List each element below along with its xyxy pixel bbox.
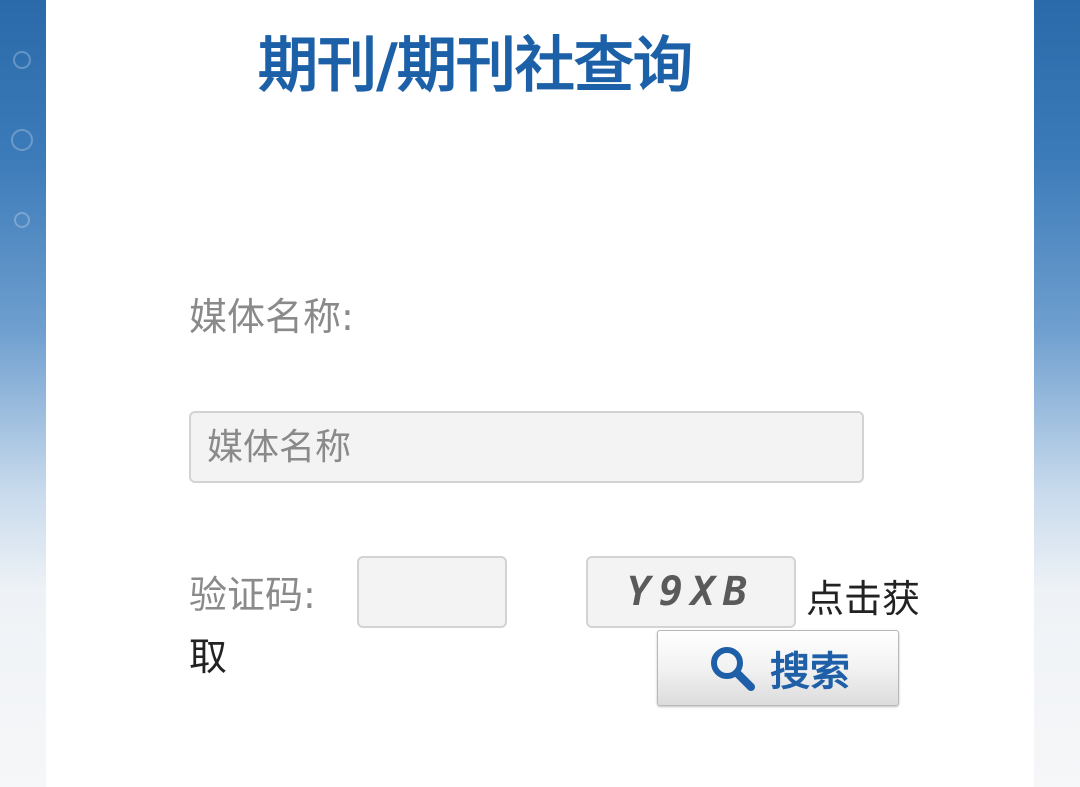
search-button-label: 搜索 (770, 649, 850, 695)
search-button[interactable]: 搜索 (657, 630, 899, 706)
verify-code-label: 验证码: (189, 573, 316, 617)
magnifier-icon (711, 647, 755, 691)
page: 期刊/期刊社查询 媒体名称: 验证码: Y9XB 点击获 取 搜索 (0, 0, 1080, 787)
verify-code-input[interactable] (357, 556, 507, 628)
captcha-image[interactable]: Y9XB (586, 556, 796, 628)
left-background-band (0, 0, 46, 787)
captcha-refresh-text-line1: 点击获 (806, 577, 921, 621)
right-background-band (1034, 0, 1080, 787)
media-name-input[interactable] (189, 411, 864, 483)
captcha-refresh-text-line2: 取 (189, 635, 228, 679)
media-name-label: 媒体名称: (189, 295, 354, 339)
page-title: 期刊/期刊社查询 (258, 31, 693, 101)
query-panel: 期刊/期刊社查询 媒体名称: 验证码: Y9XB 点击获 取 搜索 (46, 0, 1034, 787)
decorative-pattern-icon (11, 51, 33, 228)
